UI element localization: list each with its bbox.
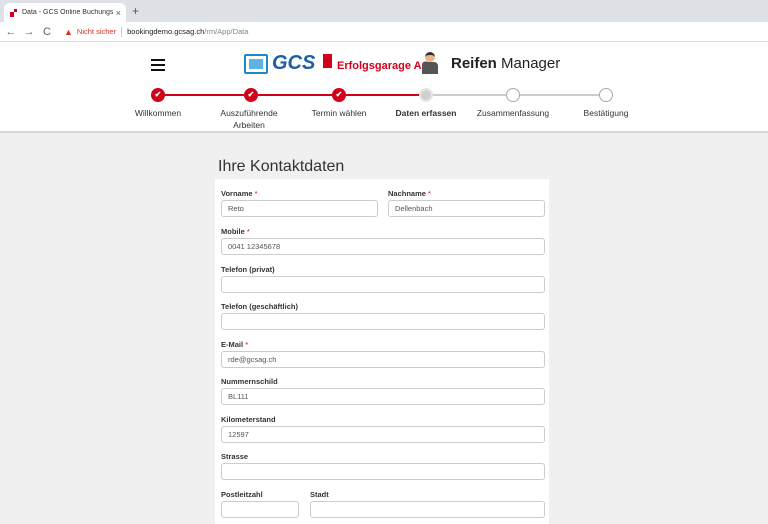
warning-icon: ▲ bbox=[64, 26, 73, 37]
step-label-auszufuehrende-arbeiten[interactable]: Auszuführende Arbeiten bbox=[211, 107, 287, 131]
mobile-label-text: Mobile bbox=[221, 227, 245, 236]
telefon-geschaeftlich-label: Telefon (geschäftlich) bbox=[221, 302, 298, 311]
required-mark: * bbox=[254, 189, 258, 198]
vorname-input[interactable] bbox=[221, 200, 378, 217]
address-bar[interactable]: ▲ Nicht sicher bookingdemo.gcsag.ch /rm/… bbox=[64, 26, 249, 37]
stadt-input[interactable] bbox=[310, 501, 545, 518]
email-input[interactable] bbox=[221, 351, 545, 368]
new-tab-button[interactable]: + bbox=[132, 4, 139, 18]
step-done-check-icon[interactable]: ✔ bbox=[151, 88, 165, 102]
browser-toolbar: ← → C ▲ Nicht sicher bookingdemo.gcsag.c… bbox=[0, 22, 768, 42]
nachname-label-text: Nachname bbox=[388, 189, 426, 198]
email-label-text: E-Mail bbox=[221, 340, 244, 349]
required-mark: * bbox=[428, 189, 431, 198]
contact-form: Vorname * Nachname * Mobile * Telefon (p… bbox=[215, 179, 549, 524]
step-label-zusammenfassung: Zusammenfassung bbox=[476, 108, 550, 118]
progress-stepper: ✔ ✔ ✔ Willkommen Auszuführende Arbeiten … bbox=[0, 42, 768, 133]
step-todo-dot bbox=[506, 88, 520, 102]
omnibox-divider bbox=[121, 26, 123, 37]
close-tab-icon[interactable]: × bbox=[116, 8, 121, 18]
site-header: GCS Erfolgsgarage AG Reifen Manager ✔ ✔ … bbox=[0, 42, 768, 133]
kilometerstand-input[interactable] bbox=[221, 426, 545, 443]
step-connector bbox=[426, 94, 513, 96]
nummernschild-input[interactable] bbox=[221, 388, 545, 405]
vorname-label: Vorname * bbox=[221, 189, 258, 198]
tab-title: Data - GCS Online Buchungssyst bbox=[22, 9, 113, 16]
telefon-privat-label: Telefon (privat) bbox=[221, 265, 275, 274]
step-connector bbox=[251, 94, 339, 96]
url-path: /rm/App/Data bbox=[204, 27, 249, 36]
url-host: bookingdemo.gcsag.ch bbox=[127, 27, 205, 36]
mobile-input[interactable] bbox=[221, 238, 545, 255]
step-label-bestaetigung: Bestätigung bbox=[583, 108, 629, 118]
nummernschild-label: Nummernschild bbox=[221, 377, 278, 386]
step-connector bbox=[339, 94, 426, 96]
reload-button[interactable]: C bbox=[40, 26, 54, 38]
nachname-label: Nachname * bbox=[388, 189, 431, 198]
browser-tab-bar: Data - GCS Online Buchungssyst × + bbox=[0, 0, 768, 22]
nachname-input[interactable] bbox=[388, 200, 545, 217]
postleitzahl-label: Postleitzahl bbox=[221, 490, 263, 499]
forward-button[interactable]: → bbox=[22, 26, 36, 38]
browser-tab[interactable]: Data - GCS Online Buchungssyst × bbox=[4, 3, 126, 22]
kilometerstand-label: Kilometerstand bbox=[221, 415, 276, 424]
back-button[interactable]: ← bbox=[4, 26, 18, 38]
postleitzahl-input[interactable] bbox=[221, 501, 299, 518]
telefon-privat-input[interactable] bbox=[221, 276, 545, 293]
step-label-termin-waehlen[interactable]: Termin wählen bbox=[299, 107, 379, 119]
step-connector bbox=[513, 94, 606, 96]
vorname-label-text: Vorname bbox=[221, 189, 253, 198]
stadt-label: Stadt bbox=[310, 490, 329, 499]
required-mark: * bbox=[245, 340, 249, 349]
required-mark: * bbox=[246, 227, 250, 236]
step-current-dot bbox=[419, 88, 433, 102]
step-todo-dot bbox=[599, 88, 613, 102]
step-done-check-icon[interactable]: ✔ bbox=[332, 88, 346, 102]
gcs-favicon-icon bbox=[9, 8, 17, 17]
strasse-label: Strasse bbox=[221, 452, 249, 461]
step-label-willkommen[interactable]: Willkommen bbox=[118, 107, 198, 119]
mobile-label: Mobile * bbox=[221, 227, 250, 236]
step-label-daten-erfassen: Daten erfassen bbox=[395, 108, 457, 118]
strasse-input[interactable] bbox=[221, 463, 545, 480]
step-connector bbox=[165, 94, 251, 96]
page-title: Ihre Kontaktdaten bbox=[218, 158, 345, 175]
not-secure-label[interactable]: Nicht sicher bbox=[77, 27, 116, 36]
step-done-check-icon[interactable]: ✔ bbox=[244, 88, 258, 102]
main-content: Ihre Kontaktdaten Vorname * Nachname * M… bbox=[0, 135, 768, 524]
email-label: E-Mail * bbox=[221, 340, 248, 349]
telefon-geschaeftlich-input[interactable] bbox=[221, 313, 545, 330]
